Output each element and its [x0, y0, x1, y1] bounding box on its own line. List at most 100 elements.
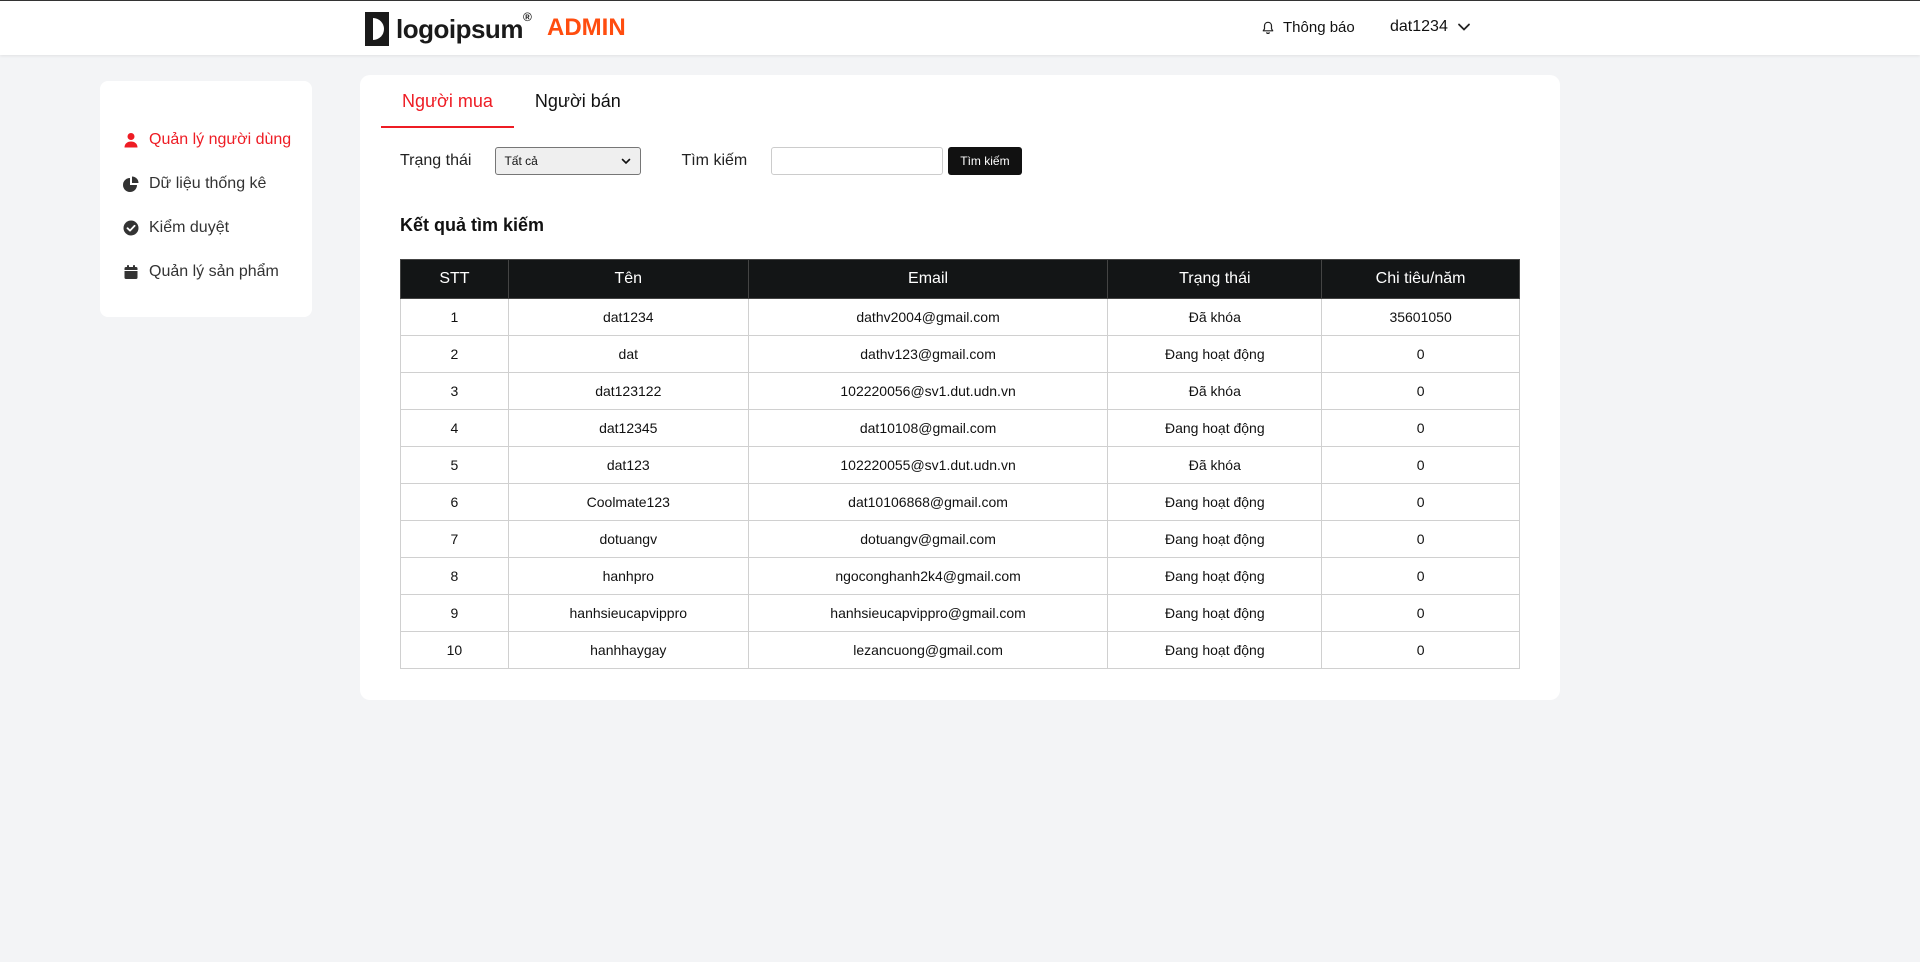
- table-row[interactable]: 4 dat12345 dat10108@gmail.com Đang hoạt …: [400, 409, 1520, 447]
- cell-name: hanhsieucapvippro: [507, 594, 749, 632]
- sidebar-item-statistics[interactable]: Dữ liệu thống kê: [100, 162, 312, 206]
- sidebar: Quản lý người dùng Dữ liệu thống kê Kiểm…: [100, 81, 312, 317]
- cell-spending: 0: [1321, 631, 1520, 669]
- cell-stt: 8: [400, 557, 509, 595]
- cell-stt: 9: [400, 594, 509, 632]
- table-row[interactable]: 8 hanhpro ngoconghanh2k4@gmail.com Đang …: [400, 557, 1520, 595]
- cell-status: Đang hoạt động: [1107, 409, 1323, 447]
- cell-name: dat123: [507, 446, 749, 484]
- table-row[interactable]: 9 hanhsieucapvippro hanhsieucapvippro@gm…: [400, 594, 1520, 632]
- main-panel: Người mua Người bán Trạng thái Tất cả Tì…: [360, 75, 1560, 700]
- cell-name: dat123122: [507, 372, 749, 410]
- filter-bar: Trạng thái Tất cả Tìm kiếm Tìm kiếm: [400, 147, 1022, 175]
- cell-name: hanhpro: [507, 557, 749, 595]
- sidebar-item-label: Quản lý sản phẩm: [149, 263, 279, 280]
- cell-stt: 3: [400, 372, 509, 410]
- status-select[interactable]: Tất cả: [495, 147, 642, 175]
- table-row[interactable]: 10 hanhhaygay lezancuong@gmail.com Đang …: [400, 631, 1520, 669]
- cell-email: dat10106868@gmail.com: [747, 483, 1109, 521]
- column-header-status[interactable]: Trạng thái: [1107, 259, 1323, 299]
- search-input[interactable]: [771, 147, 944, 175]
- cell-email: 102220056@sv1.dut.udn.vn: [747, 372, 1109, 410]
- sidebar-item-label: Dữ liệu thống kê: [149, 175, 267, 192]
- cell-stt: 2: [400, 335, 509, 373]
- cell-stt: 4: [400, 409, 509, 447]
- notification-button[interactable]: Thông báo: [1261, 19, 1355, 36]
- cell-status: Đang hoạt động: [1107, 631, 1323, 669]
- user-icon: [124, 133, 138, 148]
- cell-spending: 0: [1321, 594, 1520, 632]
- cell-spending: 0: [1321, 446, 1520, 484]
- cell-spending: 0: [1321, 372, 1520, 410]
- column-header-stt[interactable]: STT: [400, 259, 509, 299]
- sidebar-item-user-management[interactable]: Quản lý người dùng: [100, 118, 312, 162]
- tab-sellers[interactable]: Người bán: [514, 85, 642, 128]
- cell-status: Đang hoạt động: [1107, 594, 1323, 632]
- cell-name: dat12345: [507, 409, 749, 447]
- search-button[interactable]: Tìm kiếm: [948, 147, 1022, 175]
- cell-status: Đang hoạt động: [1107, 557, 1323, 595]
- cell-email: ngoconghanh2k4@gmail.com: [747, 557, 1109, 595]
- chevron-down-icon: [622, 158, 631, 165]
- user-menu[interactable]: dat1234: [1390, 18, 1472, 36]
- top-header: logoipsum® ADMIN Thông báo dat1234: [0, 0, 1920, 55]
- column-header-name[interactable]: Tên: [507, 259, 749, 299]
- pie-chart-icon: [123, 176, 139, 192]
- cell-spending: 35601050: [1321, 298, 1520, 336]
- table-row[interactable]: 7 dotuangv dotuangv@gmail.com Đang hoạt …: [400, 520, 1520, 558]
- cell-email: dathv123@gmail.com: [747, 335, 1109, 373]
- cell-email: hanhsieucapvippro@gmail.com: [747, 594, 1109, 632]
- table-header-row: STT Tên Email Trạng thái Chi tiêu/năm: [400, 259, 1520, 299]
- check-circle-icon: [123, 220, 139, 236]
- cell-name: dat: [507, 335, 749, 373]
- status-filter-label: Trạng thái: [400, 152, 472, 169]
- search-label: Tìm kiếm: [681, 152, 748, 169]
- column-header-email[interactable]: Email: [747, 259, 1109, 299]
- sidebar-item-moderation[interactable]: Kiểm duyệt: [100, 206, 312, 250]
- cell-status: Đang hoạt động: [1107, 520, 1323, 558]
- column-header-spending[interactable]: Chi tiêu/năm: [1321, 259, 1520, 299]
- cell-stt: 10: [400, 631, 509, 669]
- table-row[interactable]: 2 dat dathv123@gmail.com Đang hoạt động …: [400, 335, 1520, 373]
- cell-status: Đã khóa: [1107, 298, 1323, 336]
- sidebar-item-label: Quản lý người dùng: [149, 131, 292, 148]
- bell-icon: [1262, 21, 1274, 34]
- calendar-icon: [124, 265, 138, 279]
- cell-status: Đang hoạt động: [1107, 335, 1323, 373]
- cell-spending: 0: [1321, 520, 1520, 558]
- cell-stt: 1: [400, 298, 509, 336]
- logo[interactable]: logoipsum®: [361, 9, 532, 49]
- cell-spending: 0: [1321, 409, 1520, 447]
- cell-name: hanhhaygay: [507, 631, 749, 669]
- tab-buyers[interactable]: Người mua: [381, 85, 514, 128]
- cell-email: 102220055@sv1.dut.udn.vn: [747, 446, 1109, 484]
- table-row[interactable]: 3 dat123122 102220056@sv1.dut.udn.vn Đã …: [400, 372, 1520, 410]
- cell-status: Đã khóa: [1107, 372, 1323, 410]
- sidebar-item-label: Kiểm duyệt: [149, 219, 230, 236]
- logo-mark-icon: [365, 12, 389, 46]
- sidebar-item-product-management[interactable]: Quản lý sản phẩm: [100, 250, 312, 294]
- admin-label: ADMIN: [547, 14, 626, 41]
- status-select-value: Tất cả: [504, 154, 538, 168]
- table-row[interactable]: 6 Coolmate123 dat10106868@gmail.com Đang…: [400, 483, 1520, 521]
- cell-email: dathv2004@gmail.com: [747, 298, 1109, 336]
- cell-status: Đang hoạt động: [1107, 483, 1323, 521]
- cell-status: Đã khóa: [1107, 446, 1323, 484]
- cell-email: dat10108@gmail.com: [747, 409, 1109, 447]
- cell-name: Coolmate123: [507, 483, 749, 521]
- results-title: Kết quả tìm kiếm: [400, 215, 545, 235]
- notification-label: Thông báo: [1283, 19, 1355, 36]
- cell-spending: 0: [1321, 557, 1520, 595]
- table-row[interactable]: 5 dat123 102220055@sv1.dut.udn.vn Đã khó…: [400, 446, 1520, 484]
- cell-name: dotuangv: [507, 520, 749, 558]
- cell-stt: 5: [400, 446, 509, 484]
- cell-spending: 0: [1321, 335, 1520, 373]
- table-row[interactable]: 1 dat1234 dathv2004@gmail.com Đã khóa 35…: [400, 298, 1520, 336]
- cell-name: dat1234: [507, 298, 749, 336]
- cell-spending: 0: [1321, 483, 1520, 521]
- logo-text: logoipsum®: [396, 9, 532, 44]
- cell-email: lezancuong@gmail.com: [747, 631, 1109, 669]
- cell-stt: 7: [400, 520, 509, 558]
- cell-stt: 6: [400, 483, 509, 521]
- chevron-down-icon: [1457, 23, 1470, 31]
